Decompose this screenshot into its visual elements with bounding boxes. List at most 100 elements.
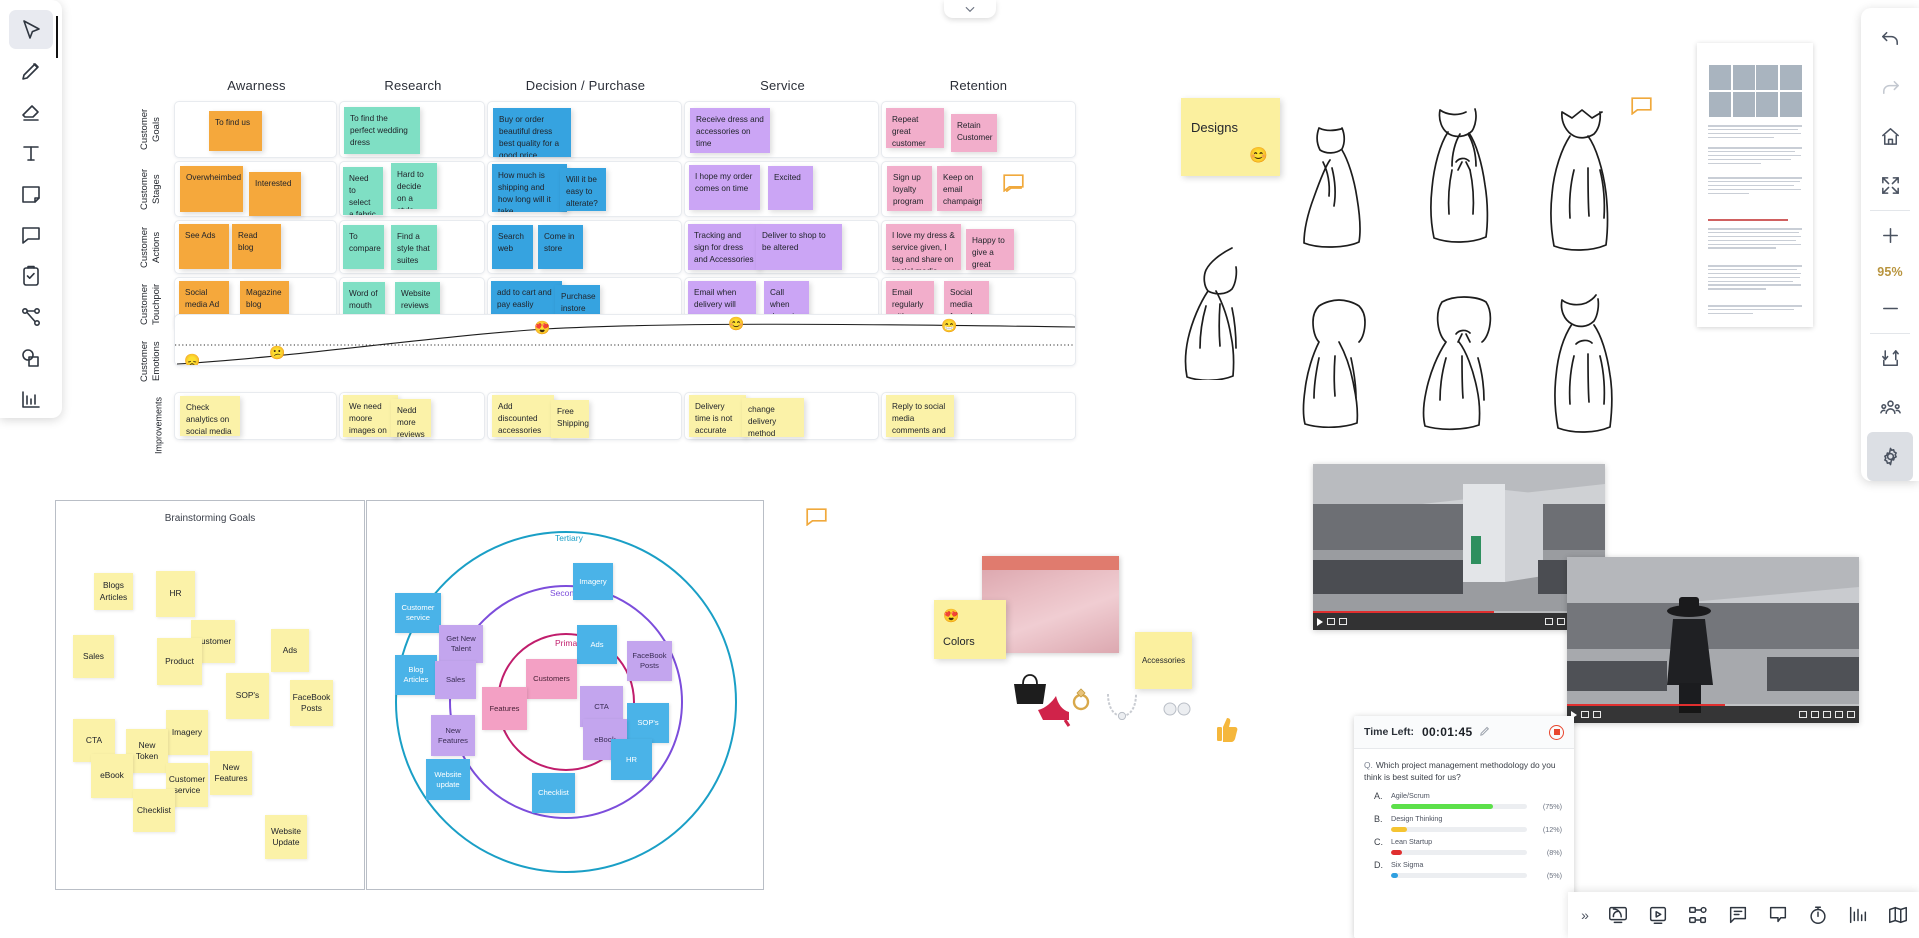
sticky-note[interactable]: We need moore images on website (343, 395, 398, 437)
sticky-note[interactable]: Sales (435, 661, 476, 699)
collaborators-button[interactable] (1867, 383, 1913, 432)
sticky-note[interactable]: Buy or order beautiful dress best qualit… (493, 108, 571, 157)
sticky-note[interactable]: Interested (249, 172, 301, 216)
sticky-note[interactable]: Blogs Articles (94, 573, 133, 610)
pearl-necklace-icon[interactable] (1105, 690, 1139, 720)
sticky-note[interactable]: Keep on email champaign (937, 166, 982, 211)
sticky-note[interactable]: New Features (431, 715, 475, 756)
dress-sketch-strapless-drape[interactable] (1292, 120, 1380, 250)
sticky-note[interactable]: FaceBook Posts (290, 680, 333, 726)
sticky-note[interactable]: Features (482, 687, 527, 730)
sticky-note[interactable]: Overwheimbed (180, 166, 243, 212)
map-button[interactable] (1878, 895, 1918, 935)
sticky-note[interactable]: Get New Talent (439, 625, 483, 663)
expand-toolbar-button[interactable]: » (1572, 896, 1598, 934)
text-tool[interactable] (9, 133, 53, 172)
comment-marker-journey-stages[interactable] (1003, 174, 1024, 197)
sticky-note-tool[interactable] (9, 174, 53, 213)
sticky-note[interactable]: Imagery (166, 710, 208, 755)
zoom-in-button[interactable] (1867, 211, 1913, 260)
home-button[interactable] (1867, 112, 1913, 161)
sticky-note[interactable]: How much is shipping and how long will i… (492, 164, 567, 212)
poll-option[interactable]: C.Lean Startup(8%) (1354, 834, 1574, 857)
sticky-note[interactable]: Need to select a fabric (343, 167, 383, 215)
sticky-note[interactable]: Sign up loyalty program (887, 166, 932, 211)
sticky-note[interactable]: Come in store (538, 225, 583, 269)
video-model-hat[interactable] (1567, 557, 1859, 723)
dress-sketch-asymmetric-halter[interactable] (1180, 244, 1268, 380)
sticky-note[interactable]: Ads (271, 629, 309, 672)
sticky-note[interactable]: Blog Articles (395, 655, 437, 695)
sticky-note[interactable]: Receive dress and accessories on time (690, 108, 770, 153)
colors-sticky-note[interactable]: 😍 Colors (934, 600, 1006, 659)
comment-marker-designs[interactable] (1631, 97, 1652, 120)
sticky-note[interactable]: Customer service (395, 593, 441, 633)
eraser-tool[interactable] (9, 92, 53, 131)
sticky-note[interactable]: Happy to give a great review (966, 229, 1014, 270)
sticky-note[interactable]: Deliver to shop to be altered (756, 224, 842, 270)
ring-icon[interactable] (1068, 686, 1094, 717)
sticky-note[interactable]: FaceBook Posts (627, 641, 672, 681)
timer-button[interactable] (1798, 895, 1838, 935)
comments-button[interactable] (1758, 895, 1798, 935)
sticky-note[interactable]: Sales (73, 635, 114, 678)
fit-to-screen-button[interactable] (1867, 161, 1913, 210)
poll-option[interactable]: A.Agile/Scrum(75%) (1354, 788, 1574, 811)
comment-tool[interactable] (9, 215, 53, 254)
import-export-button[interactable] (1867, 334, 1913, 383)
sticky-note[interactable]: I love my dress & service given, I tag a… (886, 224, 961, 270)
sticky-note[interactable]: Customers (526, 659, 577, 699)
bottom-toolbar[interactable]: » (1568, 892, 1919, 938)
brainstorming-board[interactable]: Brainstorming Goals Blogs ArticlesHRSale… (55, 500, 365, 890)
target-audience-board[interactable]: Tertiary Secondary Primary ImageryCustom… (366, 500, 764, 890)
dress-sketch-vneck-pleated[interactable] (1542, 106, 1630, 254)
sticky-note[interactable]: SOP's (627, 703, 669, 743)
sticky-note[interactable]: HR (611, 739, 652, 780)
sticky-note[interactable]: Tracking and sign for dress and Accessor… (688, 224, 760, 270)
sticky-note[interactable]: Imagery (573, 563, 613, 600)
sticky-note[interactable]: Repeat great customer service (886, 108, 944, 148)
undo-button[interactable] (1867, 14, 1913, 63)
accessories-sticky-note[interactable]: Accessories (1135, 632, 1192, 689)
poll-widget[interactable]: Time Left: 00:01:45 Q.Which project mana… (1354, 716, 1574, 938)
video-controls[interactable] (1313, 613, 1605, 630)
pearl-earrings-icon[interactable] (1162, 700, 1192, 718)
sticky-note[interactable]: Read blog (232, 224, 281, 269)
flowchart-button[interactable] (1678, 895, 1718, 935)
sticky-note[interactable]: Free Shipping (551, 400, 589, 438)
journey-cell-emotions[interactable]: 😞 😕 😍 😊 😁 (174, 314, 1076, 366)
sticky-note[interactable]: Ads (577, 625, 617, 664)
sticky-note[interactable]: Retain Customer (951, 114, 997, 152)
thumbs-up-icon[interactable] (1216, 716, 1238, 742)
sticky-note[interactable]: To compare (343, 225, 384, 269)
sticky-note[interactable]: Checklist (532, 773, 575, 813)
sticky-note[interactable]: Reply to social media comments and googl… (886, 395, 954, 437)
pencil-icon[interactable] (1480, 723, 1490, 741)
sticky-note[interactable]: Website update (426, 759, 470, 800)
sticky-note[interactable]: Checklist (133, 789, 175, 832)
dress-sketch-sweetheart-mermaid[interactable] (1540, 292, 1630, 434)
sticky-note[interactable]: Hard to decide on a style (391, 163, 437, 209)
sticky-note[interactable]: Check analytics on social media (180, 396, 240, 436)
settings-button[interactable] (1867, 432, 1913, 481)
stop-record-button[interactable] (1549, 725, 1564, 740)
sticky-note[interactable]: See Ads (179, 224, 229, 269)
sticky-note[interactable]: SOP's (226, 673, 269, 719)
sticky-note[interactable]: To find the perfect wedding dress (344, 107, 420, 154)
poll-option[interactable]: D.Six Sigma(5%) (1354, 857, 1574, 880)
video-runway-crowd[interactable] (1313, 464, 1605, 630)
comment-marker-brainstorm[interactable] (806, 508, 827, 531)
dress-sketch-cap-sleeve-flare[interactable] (1295, 296, 1383, 428)
sticky-note[interactable]: change delivery method (742, 398, 804, 437)
poll-button[interactable] (1838, 895, 1878, 935)
zoom-out-button[interactable] (1867, 284, 1913, 333)
screen-share-button[interactable] (1598, 895, 1638, 935)
right-toolbar[interactable]: 95% (1861, 8, 1919, 481)
sticky-note[interactable]: Excited (768, 166, 813, 210)
dress-sketch-bow-back-fit-flare[interactable] (1418, 294, 1508, 432)
document-thumbnail-card[interactable] (1697, 43, 1813, 327)
connector-tool[interactable] (9, 297, 53, 336)
sticky-note[interactable]: Product (157, 638, 202, 685)
sticky-note[interactable]: Search web (492, 225, 533, 269)
sticky-note[interactable]: Nedd more reviews (391, 399, 431, 437)
